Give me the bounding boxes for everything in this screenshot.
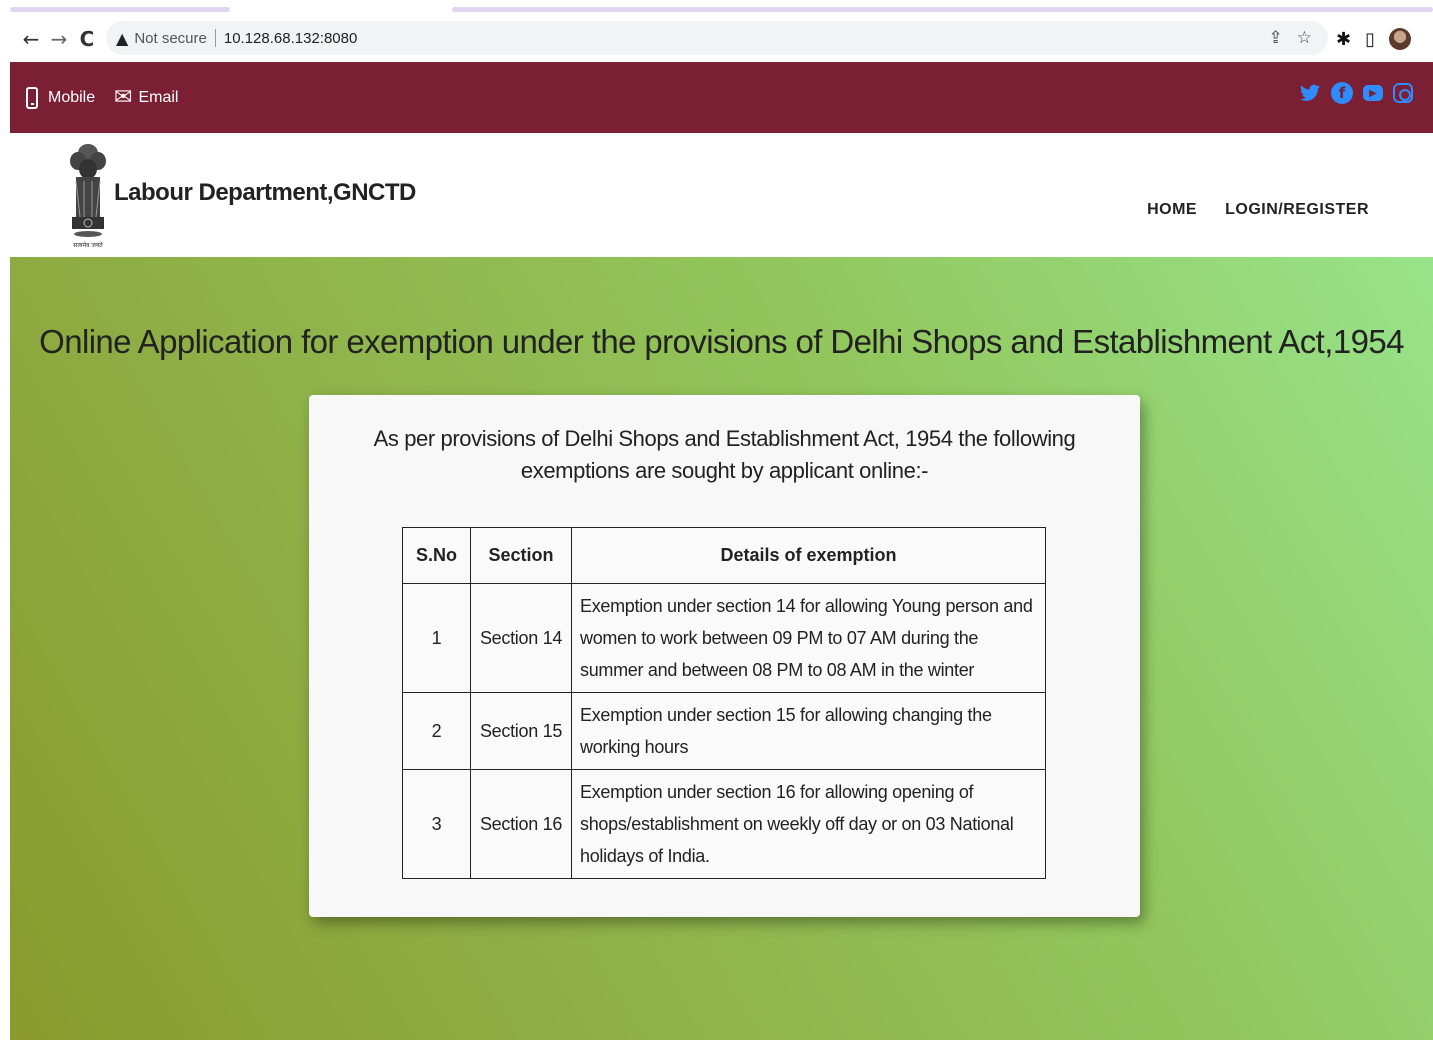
- tab-indicator[interactable]: [452, 7, 1433, 12]
- site-header: सत्यमेव जयते Labour Department,GNCTD HOM…: [10, 133, 1433, 257]
- facebook-icon[interactable]: f: [1331, 82, 1353, 104]
- emblem-motto: सत्यमेव जयते: [73, 241, 103, 249]
- profile-avatar[interactable]: [1389, 28, 1411, 50]
- column-header-details: Details of exemption: [571, 527, 1046, 584]
- reload-icon[interactable]: C: [72, 24, 102, 54]
- envelope-icon: ✉: [114, 85, 133, 110]
- nav-login-register[interactable]: LOGIN/REGISTER: [1225, 201, 1369, 219]
- nav-home[interactable]: HOME: [1147, 201, 1197, 219]
- side-panel-icon[interactable]: ▯: [1365, 29, 1375, 50]
- intro-text: As per provisions of Delhi Shops and Est…: [373, 426, 1076, 483]
- cell-sno: 2: [402, 692, 471, 770]
- site-title[interactable]: Labour Department,GNCTD: [114, 179, 416, 207]
- state-emblem-logo[interactable]: सत्यमेव जयते: [66, 141, 110, 251]
- cell-sno: 1: [402, 583, 471, 693]
- twitter-icon[interactable]: [1299, 82, 1321, 104]
- table-header-row: S.No Section Details of exemption: [402, 527, 1046, 584]
- mobile-phone-icon: [26, 87, 38, 109]
- cell-section: Section 16: [470, 769, 572, 879]
- divider: [214, 29, 216, 47]
- cell-section: Section 14: [470, 583, 572, 693]
- instagram-icon[interactable]: [1393, 83, 1413, 103]
- social-links: f ▶: [1299, 82, 1413, 104]
- tab-indicator[interactable]: [10, 7, 230, 12]
- browser-toolbar: ← → C ▲ Not secure 10.128.68.132:8080 ⇪ …: [0, 16, 1433, 62]
- cell-section: Section 15: [470, 692, 572, 770]
- share-icon[interactable]: ⇪: [1269, 28, 1283, 48]
- column-header-section: Section: [470, 527, 572, 584]
- table-row: 1 Section 14 Exemption under section 14 …: [402, 583, 1046, 693]
- email-link[interactable]: ✉ Email: [114, 87, 178, 109]
- extensions-puzzle-icon[interactable]: ✱: [1336, 29, 1351, 50]
- hero-section: Online Application for exemption under t…: [10, 257, 1433, 1040]
- address-bar[interactable]: ▲ Not secure 10.128.68.132:8080 ⇪ ☆: [106, 21, 1328, 55]
- extension-area: ✱ ▯: [1336, 24, 1411, 54]
- column-header-sno: S.No: [402, 527, 471, 584]
- exemption-table: S.No Section Details of exemption 1 Sect…: [402, 527, 1046, 879]
- back-arrow-icon[interactable]: ←: [16, 24, 46, 54]
- contact-bar: Mobile ✉ Email f ▶: [10, 62, 1433, 133]
- exemption-card: As per provisions of Delhi Shops and Est…: [309, 395, 1140, 917]
- omnibox-actions: ⇪ ☆: [1269, 21, 1313, 55]
- main-nav: HOME LOGIN/REGISTER: [1147, 201, 1369, 219]
- page: Mobile ✉ Email f ▶ सत्यमेव जयते Labour D…: [10, 62, 1433, 1040]
- mobile-link[interactable]: Mobile: [26, 87, 95, 109]
- table-row: 2 Section 15 Exemption under section 15 …: [402, 692, 1046, 770]
- mobile-label: Mobile: [48, 89, 96, 106]
- tab-strip: [0, 0, 1433, 16]
- forward-arrow-icon[interactable]: →: [44, 24, 74, 54]
- table-row: 3 Section 16 Exemption under section 16 …: [402, 769, 1046, 879]
- url-text[interactable]: 10.128.68.132:8080: [224, 30, 357, 47]
- cell-details: Exemption under section 16 for allowing …: [571, 769, 1046, 879]
- not-secure-label[interactable]: Not secure: [134, 30, 207, 47]
- page-title: Online Application for exemption under t…: [39, 323, 1404, 360]
- cell-sno: 3: [402, 769, 471, 879]
- youtube-icon[interactable]: ▶: [1363, 85, 1383, 101]
- bookmark-star-icon[interactable]: ☆: [1297, 28, 1312, 48]
- email-label: Email: [138, 89, 179, 106]
- warning-icon[interactable]: ▲: [116, 29, 128, 48]
- cell-details: Exemption under section 15 for allowing …: [571, 692, 1046, 770]
- cell-details: Exemption under section 14 for allowing …: [571, 583, 1046, 693]
